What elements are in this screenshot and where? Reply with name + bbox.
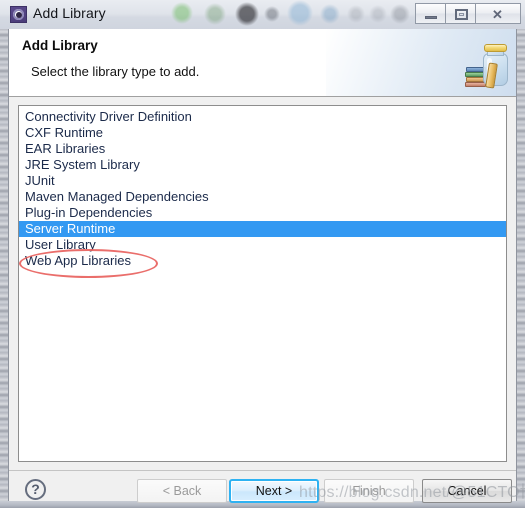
minimize-button[interactable]	[415, 3, 446, 24]
dialog-body: Add Library Select the library type to a…	[9, 29, 525, 503]
restore-button[interactable]	[445, 3, 476, 24]
window-title: Add Library	[33, 5, 106, 21]
close-icon: ✕	[492, 7, 503, 22]
wizard-banner: Add Library Select the library type to a…	[9, 29, 516, 97]
help-icon[interactable]: ?	[25, 479, 46, 500]
jar-with-books-icon	[464, 41, 516, 93]
close-button[interactable]: ✕	[475, 3, 521, 24]
cancel-button[interactable]: Cancel	[422, 479, 512, 503]
list-item[interactable]: User Library	[19, 237, 506, 253]
list-item[interactable]: JRE System Library	[19, 157, 506, 173]
library-type-list-items: Connectivity Driver Definition CXF Runtim…	[19, 109, 506, 269]
list-item[interactable]: Connectivity Driver Definition	[19, 109, 506, 125]
list-item[interactable]: JUnit	[19, 173, 506, 189]
list-item[interactable]: Maven Managed Dependencies	[19, 189, 506, 205]
title-bar[interactable]: Add Library ✕	[0, 0, 525, 30]
restore-icon	[455, 9, 468, 20]
minimize-icon	[425, 16, 437, 19]
window-controls: ✕	[415, 3, 521, 24]
eclipse-gear-icon	[10, 6, 27, 23]
window-frame-right	[516, 29, 525, 508]
list-item[interactable]: CXF Runtime	[19, 125, 506, 141]
finish-button[interactable]: Finish	[324, 479, 414, 503]
list-item[interactable]: EAR Libraries	[19, 141, 506, 157]
footer-button-bar: ? < Back Next > Finish Cancel	[9, 471, 516, 503]
page-title: Add Library	[22, 38, 98, 53]
book-red-icon	[465, 82, 486, 87]
page-subtitle: Select the library type to add.	[31, 64, 200, 79]
library-type-list[interactable]: Connectivity Driver Definition CXF Runtim…	[18, 105, 507, 462]
list-item[interactable]: Web App Libraries	[19, 253, 506, 269]
back-button[interactable]: < Back	[137, 479, 227, 503]
window-frame-left	[0, 29, 9, 508]
list-item[interactable]: Plug-in Dependencies	[19, 205, 506, 221]
add-library-dialog-window: Add Library ✕ Add Library Select the lib…	[0, 0, 525, 508]
jar-lid-icon	[484, 44, 507, 52]
list-item[interactable]: Server Runtime	[19, 221, 506, 237]
next-button[interactable]: Next >	[229, 479, 319, 503]
